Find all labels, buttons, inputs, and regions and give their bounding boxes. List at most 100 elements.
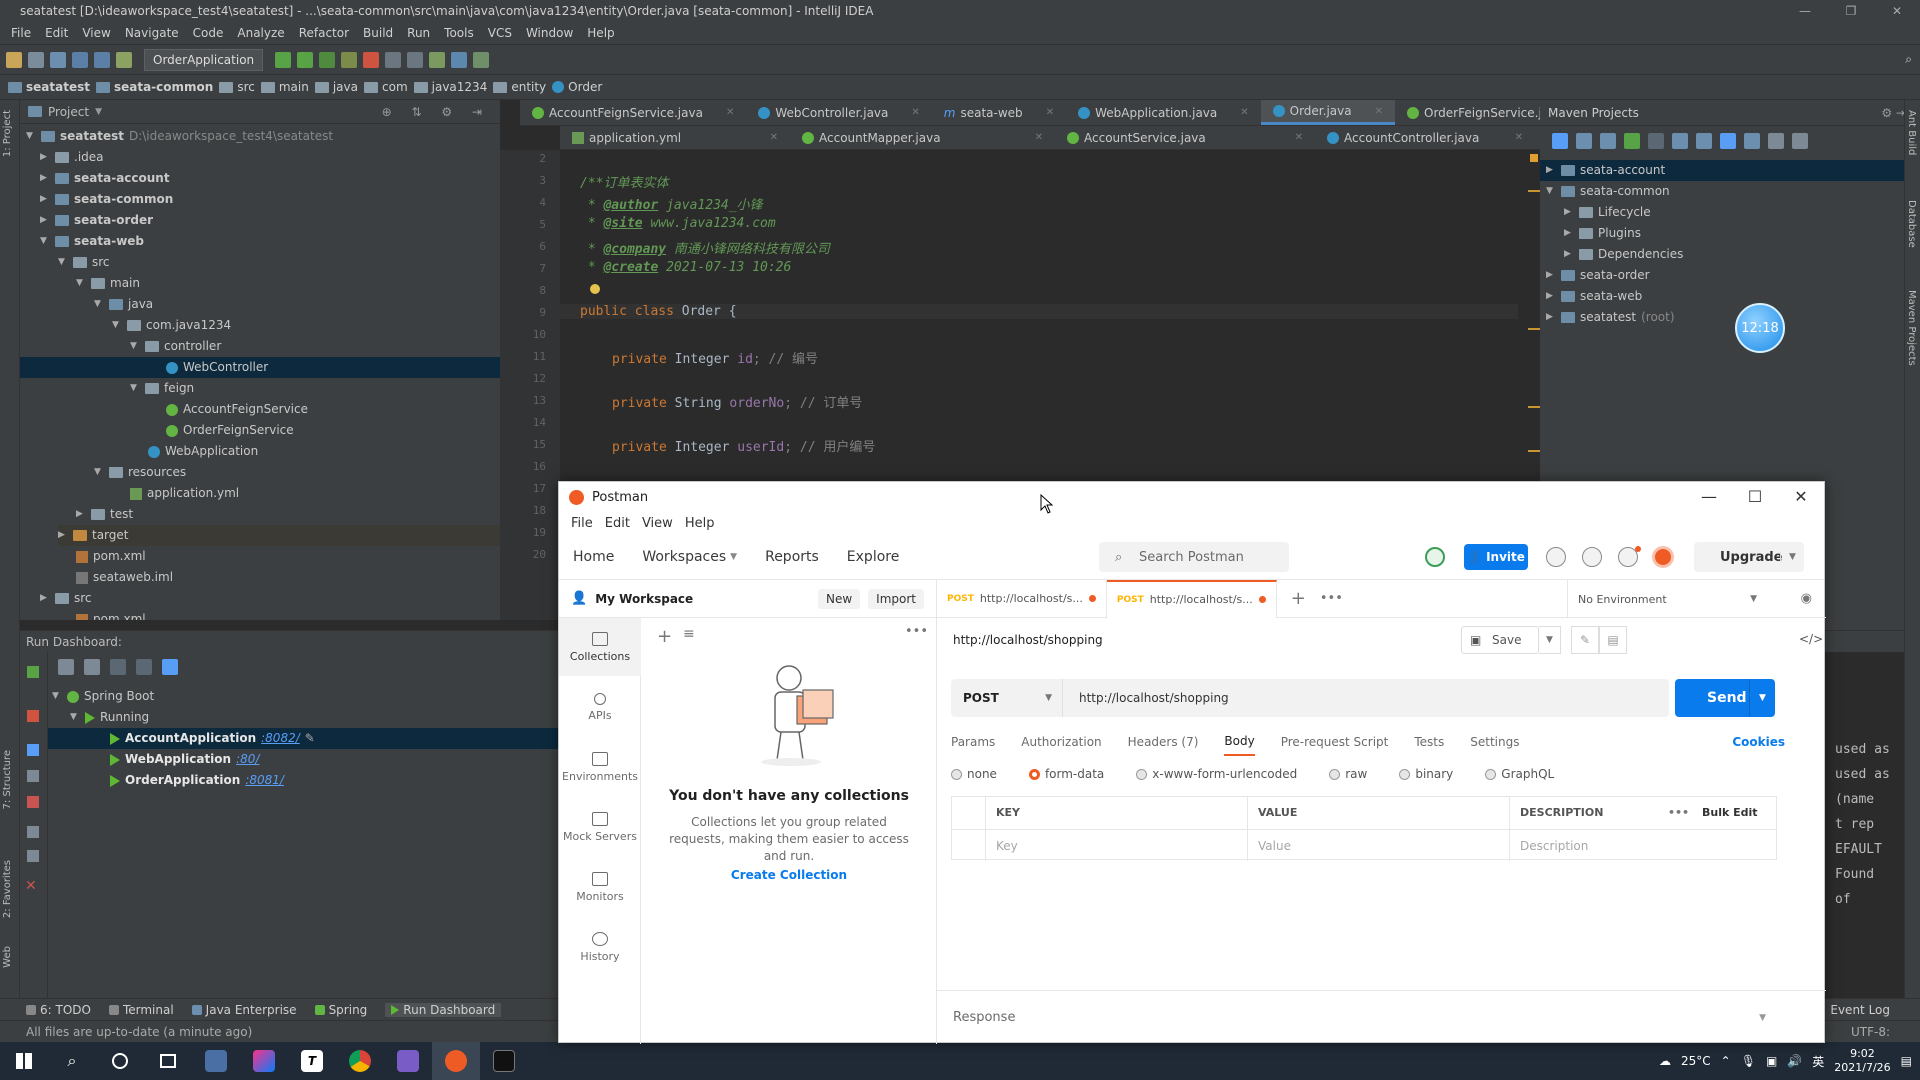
microphone-icon[interactable]: 🎙 xyxy=(1741,1054,1756,1068)
exit-icon[interactable] xyxy=(27,796,39,808)
weather-icon[interactable]: ☁ xyxy=(1659,1054,1671,1068)
structure-tool-label[interactable]: 7: Structure xyxy=(2,750,13,809)
database-tool-label[interactable]: Database xyxy=(1906,200,1917,248)
tab-application-yml[interactable]: application.yml ✕ xyxy=(560,126,790,149)
collapse-all-icon[interactable] xyxy=(84,659,100,675)
ide-menu-navigate[interactable]: Navigate xyxy=(118,22,186,44)
tree-item-seata-common[interactable]: ▶ seata-common xyxy=(40,189,173,210)
upgrade-button[interactable]: Upgrade ▼ xyxy=(1694,542,1804,572)
nav-home[interactable]: Home xyxy=(573,549,614,565)
radio-raw[interactable]: raw xyxy=(1329,767,1383,781)
crumb-java[interactable]: java xyxy=(314,80,358,94)
tab-authorization[interactable]: Authorization xyxy=(1021,728,1101,756)
ant-build-tool-label[interactable]: Ant Build xyxy=(1906,110,1917,155)
tree-item-seataweb-iml[interactable]: seataweb.iml xyxy=(76,567,173,588)
maven-item-seata-web[interactable]: ▶ seata-web xyxy=(1546,286,1642,307)
tab-accountmapper[interactable]: AccountMapper.java ✕ xyxy=(790,126,1055,149)
avatar[interactable] xyxy=(1652,546,1674,568)
crumb-java1234[interactable]: java1234 xyxy=(413,80,487,94)
tab-webcontroller[interactable]: WebController.java ✕ xyxy=(746,100,931,125)
event-log-tab[interactable]: Event Log xyxy=(1830,1003,1890,1017)
chevron-down-icon[interactable]: ▼ xyxy=(730,552,737,562)
add-maven-project-icon[interactable] xyxy=(1624,133,1640,149)
sdk-icon[interactable] xyxy=(451,51,468,68)
debug-icon[interactable] xyxy=(297,51,314,68)
ide-restore-button[interactable]: ❐ xyxy=(1828,0,1874,22)
nav-explore[interactable]: Explore xyxy=(847,549,900,565)
crumb-main[interactable]: main xyxy=(260,80,309,94)
comments-icon[interactable]: ▤ xyxy=(1599,626,1627,654)
tree-item-test[interactable]: ▶ test xyxy=(76,504,133,525)
sync-status-icon[interactable] xyxy=(1425,547,1445,567)
run-maven-icon[interactable] xyxy=(1648,133,1664,149)
workspace-name[interactable]: My Workspace xyxy=(595,592,693,606)
postman-menu-edit[interactable]: Edit xyxy=(599,516,636,531)
toggle-offline-icon[interactable] xyxy=(1696,133,1712,149)
maven-settings-icon[interactable] xyxy=(1792,133,1808,149)
tree-item-target[interactable]: ▶ target xyxy=(58,525,500,546)
radio-none[interactable]: none xyxy=(951,767,1013,781)
radio-form-data[interactable]: form-data xyxy=(1028,767,1120,781)
save-options-chevron[interactable]: ▼ xyxy=(1539,626,1561,654)
description-input[interactable]: Description xyxy=(1510,829,1776,861)
run-state-running[interactable]: ▼ Running xyxy=(70,707,149,728)
open-folder-icon[interactable] xyxy=(6,51,22,68)
tree-item-root-pom[interactable]: pom.xml xyxy=(76,609,146,620)
url-input[interactable]: http://localhost/shopping xyxy=(1079,679,1229,717)
build-icon[interactable] xyxy=(116,51,132,68)
radio-graphql[interactable]: GraphQL xyxy=(1485,767,1570,781)
search-postman-input[interactable]: ⌕ Search Postman xyxy=(1099,542,1289,572)
notifications-icon[interactable]: ▤ xyxy=(1901,1054,1912,1068)
tree-item-feign[interactable]: ▼ feign xyxy=(130,378,194,399)
eye-icon[interactable]: ◉ xyxy=(1801,591,1812,606)
maven-item-seatatest[interactable]: ▶ seatatest (root) xyxy=(1546,307,1675,328)
postman-maximize-button[interactable]: ☐ xyxy=(1732,482,1778,512)
search-everywhere-icon[interactable]: ⌕ xyxy=(1905,52,1912,67)
ide-menu-view[interactable]: View xyxy=(75,22,117,44)
typora-taskbar-icon[interactable]: T xyxy=(288,1042,336,1080)
tab-headers[interactable]: Headers (7) xyxy=(1128,728,1199,756)
skip-tests-icon[interactable] xyxy=(1720,133,1736,149)
nav-workspaces[interactable]: Workspaces xyxy=(642,549,726,565)
encoding-indicator[interactable]: UTF-8: xyxy=(1851,1021,1890,1043)
show-dependencies-icon[interactable] xyxy=(1744,133,1760,149)
new-button[interactable]: New xyxy=(817,588,861,609)
postman-close-button[interactable]: ✕ xyxy=(1778,482,1824,512)
tab-tests[interactable]: Tests xyxy=(1414,728,1444,756)
tree-item-idea[interactable]: ▶ .idea xyxy=(40,147,104,168)
ide-menu-build[interactable]: Build xyxy=(356,22,400,44)
tree-item-seata-order[interactable]: ▶ seata-order xyxy=(40,210,153,231)
settings-icon[interactable] xyxy=(27,850,39,862)
tree-item-pom-xml[interactable]: pom.xml xyxy=(76,546,146,567)
run-app-account[interactable]: AccountApplication:8082/✎ xyxy=(48,728,560,749)
tree-item-orderfeignservice[interactable]: OrderFeignService xyxy=(166,420,294,441)
sidebar-item-collections[interactable]: Collections xyxy=(559,618,641,676)
app-icon-2[interactable] xyxy=(384,1042,432,1080)
postman-taskbar-icon[interactable] xyxy=(432,1042,480,1080)
more-options-icon[interactable]: ••• xyxy=(905,624,928,639)
network-icon[interactable]: ▣ xyxy=(1766,1054,1777,1068)
tree-item-java[interactable]: ▼ java xyxy=(94,294,153,315)
tab-accountfeignservice[interactable]: AccountFeignService.java ✕ xyxy=(520,100,746,125)
ide-menu-file[interactable]: File xyxy=(4,22,38,44)
stop-icon[interactable] xyxy=(363,51,380,68)
tree-item-root-src[interactable]: ▶ src xyxy=(40,588,92,609)
new-tab-icon[interactable]: + xyxy=(1291,588,1306,609)
invite-button[interactable]: 👤 Invite xyxy=(1464,544,1528,570)
volume-icon[interactable]: 🔊 xyxy=(1787,1054,1802,1068)
group-by-config-icon[interactable] xyxy=(136,659,152,675)
tab-seata-web[interactable]: m seata-web ✕ xyxy=(932,100,1066,125)
satellite-icon[interactable] xyxy=(1546,547,1566,567)
vcs-icon[interactable] xyxy=(473,51,490,68)
ide-minimize-button[interactable]: — xyxy=(1782,0,1828,22)
tab-accountcontroller[interactable]: AccountController.java ✕ xyxy=(1315,126,1535,149)
key-input[interactable]: Key xyxy=(986,829,1248,861)
temperature-readout[interactable]: 25°C xyxy=(1681,1054,1711,1068)
lightbulb-icon[interactable] xyxy=(590,284,600,294)
collections-search-input[interactable] xyxy=(707,626,897,648)
tab-settings[interactable]: Settings xyxy=(1470,728,1519,756)
sync-icon[interactable] xyxy=(50,51,66,68)
request-name[interactable]: http://localhost/shopping xyxy=(953,633,1103,647)
run-dashboard-tab[interactable]: Run Dashboard xyxy=(385,1002,502,1017)
edit-icon[interactable]: ✎ xyxy=(1571,626,1599,654)
